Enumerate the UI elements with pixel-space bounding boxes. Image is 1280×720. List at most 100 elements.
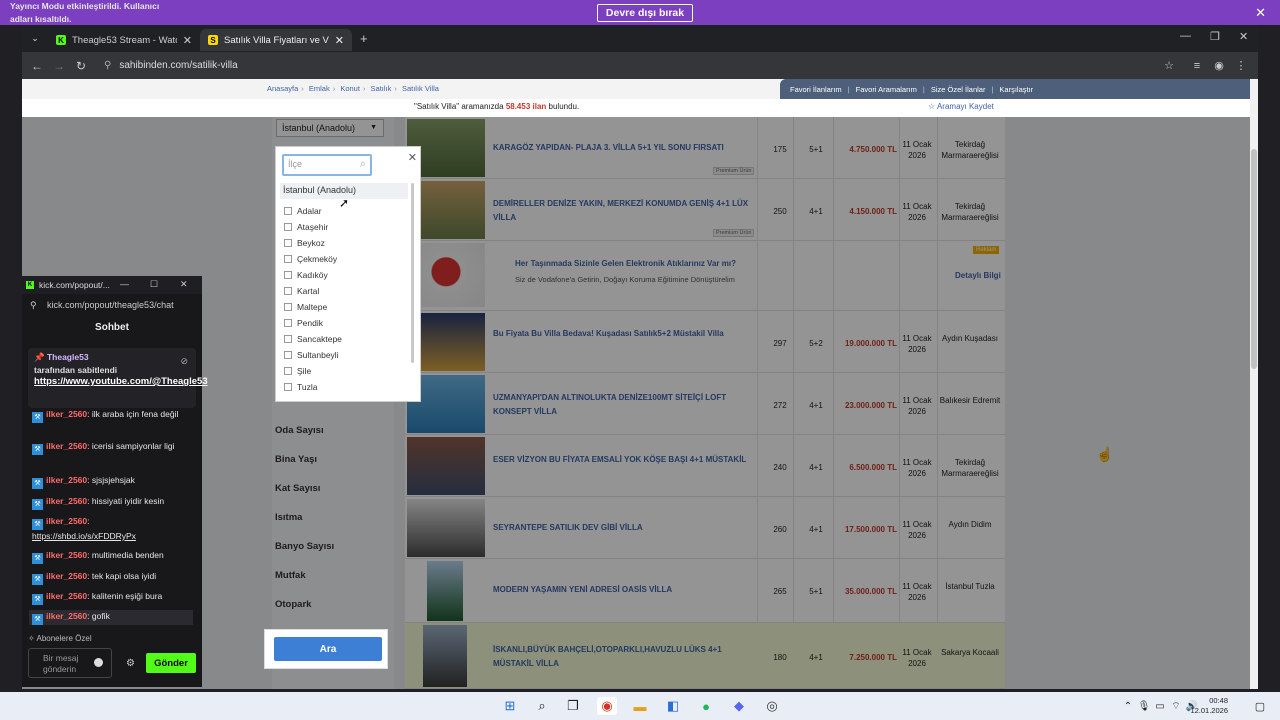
district-option-tuzla[interactable]: Tuzla (284, 379, 317, 395)
search-icon[interactable]: ⌕ (532, 697, 552, 715)
emoji-icon[interactable] (94, 658, 103, 667)
chat-username[interactable]: ilker_2560 (46, 409, 87, 419)
site-info-icon[interactable]: ⚲ (104, 60, 111, 71)
chat-username[interactable]: ilker_2560 (46, 441, 87, 451)
reload-icon[interactable]: ↻ (70, 59, 92, 73)
dropdown-scrollbar[interactable] (411, 183, 414, 363)
breadcrumb-item[interactable]: Anasayfa (267, 84, 298, 93)
district-option-atasehir[interactable]: Ataşehir (284, 219, 328, 235)
gear-icon[interactable]: ⚙ (126, 658, 135, 669)
fav-link[interactable]: Karşılaştır (999, 85, 1033, 94)
back-icon[interactable]: ← (26, 59, 48, 73)
checkbox[interactable] (284, 223, 292, 231)
district-option-beykoz[interactable]: Beykoz (284, 235, 325, 251)
site-info-icon[interactable]: ⚲ (30, 300, 37, 311)
breadcrumb-item[interactable]: Satılık (371, 84, 392, 93)
fav-link[interactable]: Favori Aramalarım (856, 85, 917, 94)
chrome-icon[interactable]: ◉ (597, 697, 617, 715)
district-option-sancaktepe[interactable]: Sancaktepe (284, 331, 342, 347)
notification-icon[interactable]: ▢ (1250, 697, 1270, 715)
checkbox[interactable] (284, 239, 292, 247)
fav-link[interactable]: Favori İlanlarım (790, 85, 842, 94)
breadcrumb-item[interactable]: Konut (340, 84, 360, 93)
chat-username[interactable]: ilker_2560 (46, 591, 87, 601)
task-view-icon[interactable]: ❐ (563, 697, 583, 715)
checkbox[interactable] (284, 303, 292, 311)
badge-icon: ⚒ (32, 519, 43, 530)
chat-url-bar[interactable]: ⚲ kick.com/popout/theagle53/chat (22, 296, 202, 314)
breadcrumb-item[interactable]: Satılık Villa (402, 84, 439, 93)
checkbox[interactable] (284, 255, 292, 263)
checkbox[interactable] (284, 287, 292, 295)
district-search-input[interactable]: İlçe ⌕ (282, 154, 372, 176)
chat-username[interactable]: ilker_2560 (46, 550, 87, 560)
tab-sahibinden[interactable]: S Satılık Villa Fiyatları ve Villa İlan … (200, 29, 352, 51)
dropdown-close-icon[interactable]: ✕ (408, 151, 417, 164)
district-option-adalar[interactable]: Adalar (284, 203, 322, 219)
disable-streamer-mode-button[interactable]: Devre dışı bırak (596, 3, 694, 22)
district-option-sile[interactable]: Şile (284, 363, 311, 379)
discord-icon[interactable]: ◆ (729, 697, 749, 715)
address-bar[interactable]: ⚲ sahibinden.com/satilik-villa (98, 56, 1158, 76)
close-window-icon[interactable]: ✕ (180, 279, 188, 290)
file-explorer-icon[interactable]: ▬ (630, 697, 650, 715)
search-button[interactable]: Ara (274, 637, 382, 661)
district-option-maltepe[interactable]: Maltepe (284, 299, 327, 315)
district-option-kadikoy[interactable]: Kadıköy (284, 267, 328, 283)
store-icon[interactable]: ◧ (663, 697, 683, 715)
recording-app-icon[interactable]: ◎ (762, 697, 782, 715)
maximize-icon[interactable]: ❐ (1210, 30, 1220, 43)
tab-search-icon[interactable]: ⌄ (22, 33, 48, 44)
district-option-sultanbeyli[interactable]: Sultanbeyli (284, 347, 339, 363)
chat-username[interactable]: ilker_2560 (46, 496, 87, 506)
system-clock[interactable]: 00:48 12.01.2026 (1190, 696, 1228, 716)
checkbox[interactable] (284, 367, 292, 375)
profile-icon[interactable]: ◉ (1208, 59, 1230, 72)
unpin-icon[interactable]: ⊘ (180, 356, 188, 367)
breadcrumb-item[interactable]: Emlak (309, 84, 330, 93)
new-tab-icon[interactable]: + (360, 31, 368, 46)
chat-username[interactable]: ilker_2560 (46, 516, 87, 526)
chat-text: multimedia benden (91, 550, 164, 560)
minimize-icon[interactable]: — (120, 279, 129, 289)
checkbox[interactable] (284, 271, 292, 279)
pinned-link[interactable]: https://www.youtube.com/@Theagle53 (34, 375, 208, 388)
tab-kick-stream[interactable]: K Theagle53 Stream - Watch Live ✕ (48, 29, 200, 51)
district-search-placeholder: İlçe (288, 159, 303, 169)
chat-username[interactable]: ilker_2560 (46, 611, 87, 621)
chat-message-input[interactable]: Bir mesaj gönderin (28, 648, 112, 678)
checkbox[interactable] (284, 207, 292, 215)
media-control-icon[interactable]: ≡ (1186, 60, 1208, 72)
chevron-down-icon[interactable]: ⌄ (180, 378, 188, 389)
checkbox[interactable] (284, 351, 292, 359)
tab-close-icon[interactable]: ✕ (335, 34, 344, 47)
fav-link[interactable]: Size Özel İlanlar (931, 85, 986, 94)
district-option-pendik[interactable]: Pendik (284, 315, 323, 331)
banner-close-icon[interactable]: ✕ (1255, 5, 1266, 21)
forward-icon[interactable]: → (48, 59, 70, 73)
close-window-icon[interactable]: ✕ (1239, 30, 1248, 43)
minimize-icon[interactable]: — (1180, 30, 1191, 42)
bookmark-star-icon[interactable]: ☆ (1158, 59, 1180, 72)
tab-close-icon[interactable]: ✕ (183, 34, 192, 47)
district-option-cekmekoy[interactable]: Çekmeköy (284, 251, 337, 267)
page-scrollbar[interactable] (1250, 79, 1258, 689)
checkbox[interactable] (284, 383, 292, 391)
start-icon[interactable]: ⊞ (500, 697, 520, 715)
modal-backdrop[interactable]: Ara (22, 117, 1250, 689)
checkbox[interactable] (284, 319, 292, 327)
checkbox[interactable] (284, 335, 292, 343)
pinned-user[interactable]: Theagle53 (47, 352, 89, 362)
district-option-kartal[interactable]: Kartal (284, 283, 319, 299)
send-button[interactable]: Gönder (146, 653, 196, 673)
spotify-icon[interactable]: ● (696, 697, 716, 715)
scrollbar-thumb[interactable] (1251, 149, 1257, 369)
menu-icon[interactable]: ⋮ (1230, 59, 1252, 72)
chat-username[interactable]: ilker_2560 (46, 475, 87, 485)
chat-link[interactable]: https://shbd.io/s/xFDDRyPx (32, 531, 136, 541)
save-search-link[interactable]: ☆ Aramayı Kaydet (928, 102, 994, 111)
pinned-by-text: tarafından sabitlendi (34, 365, 118, 375)
maximize-icon[interactable]: ☐ (150, 279, 158, 290)
chat-username[interactable]: ilker_2560 (46, 571, 87, 581)
result-count: 58.453 ilan (505, 102, 547, 111)
